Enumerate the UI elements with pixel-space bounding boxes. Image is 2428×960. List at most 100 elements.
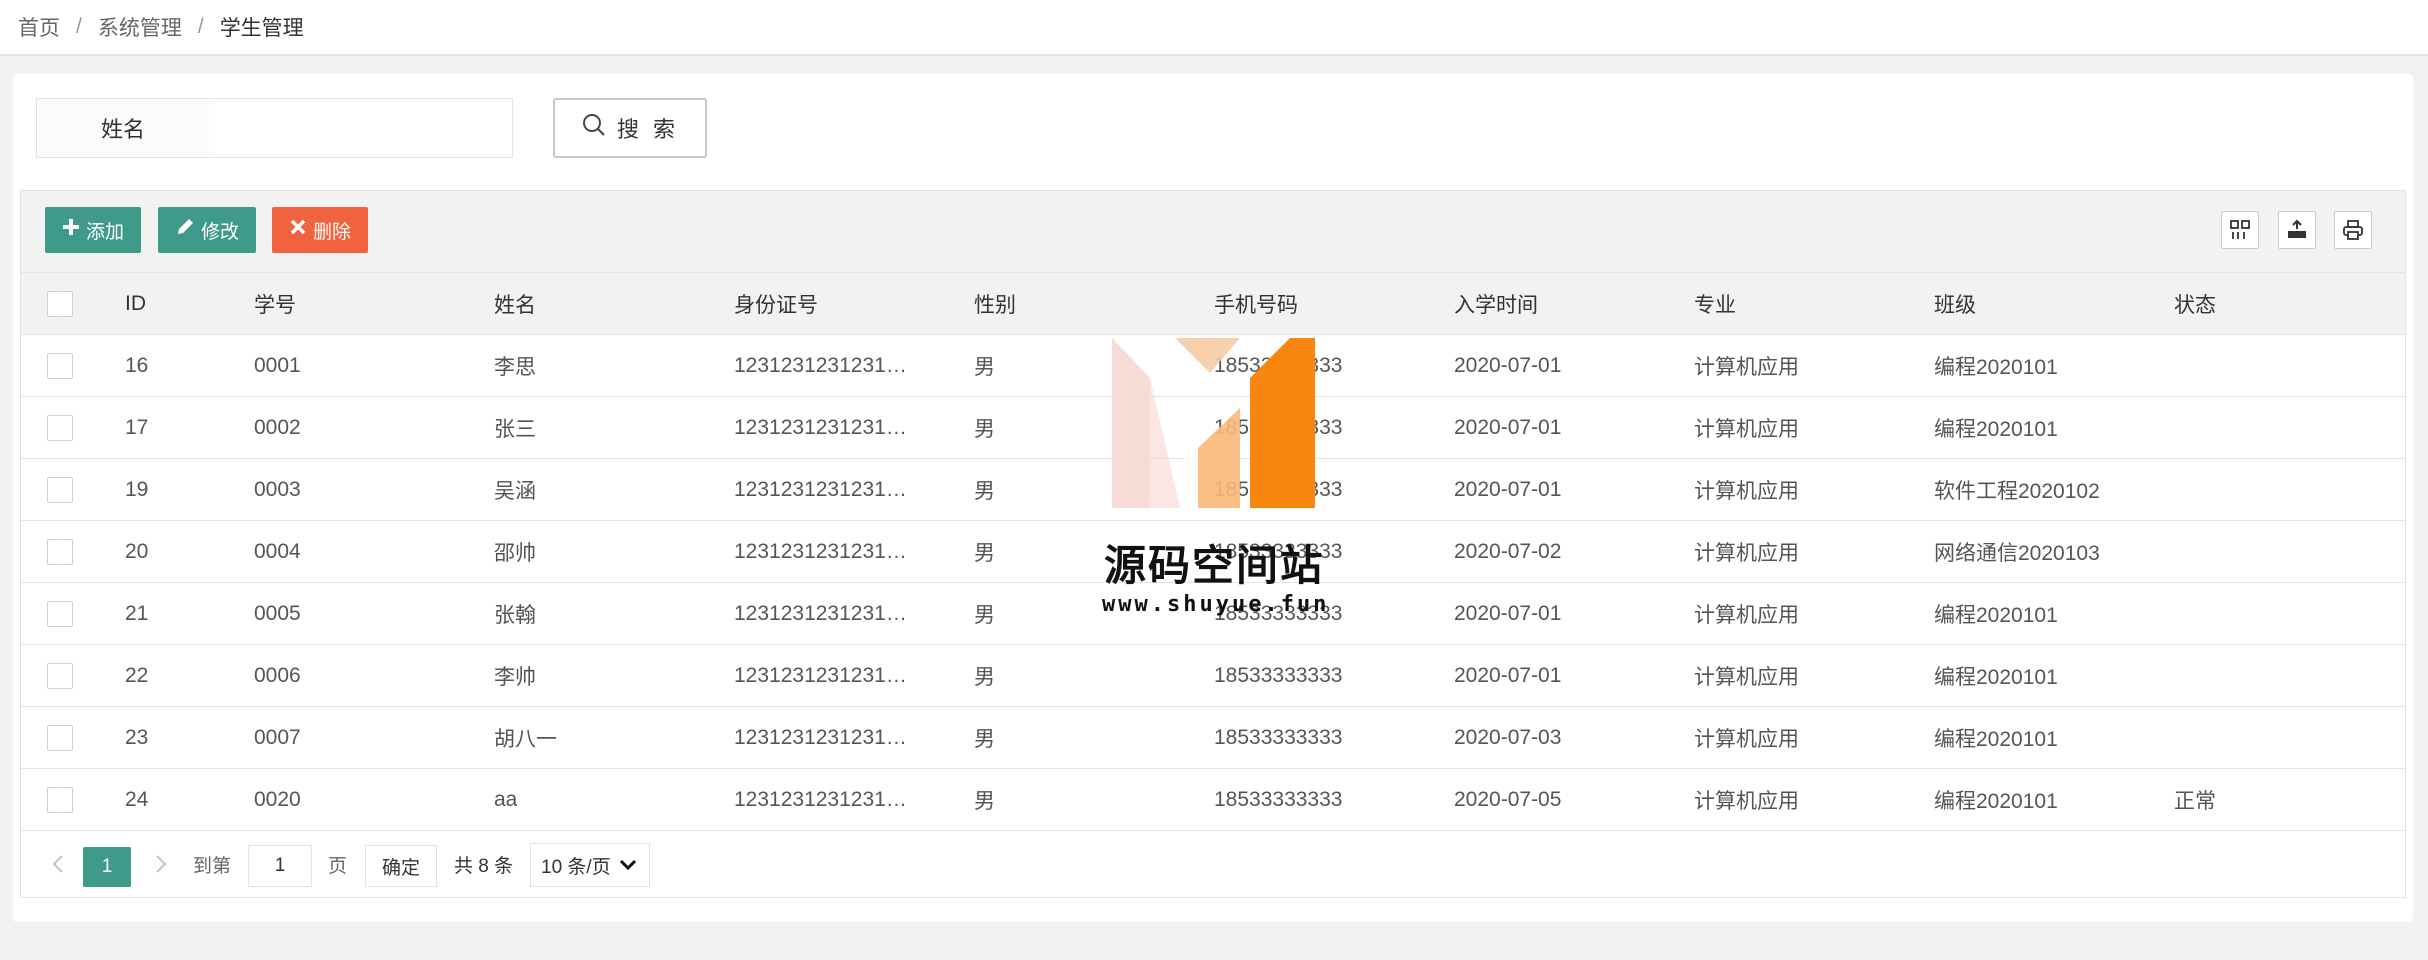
cell-name: 吴涵 — [494, 479, 536, 503]
cell-student-no: 0020 — [254, 787, 301, 811]
print-icon[interactable] — [2334, 211, 2372, 249]
cell-id: 22 — [125, 663, 149, 687]
cell-gender: 男 — [974, 479, 995, 503]
table-row[interactable]: 16 0001 李思 1231231231231… 男 18533333333 2020-0… — [21, 335, 2405, 397]
delete-button[interactable]: 删除 — [272, 207, 368, 253]
name-search-input[interactable] — [209, 98, 513, 158]
cell-id: 16 — [125, 353, 149, 377]
cell-id: 20 — [125, 539, 149, 563]
cell-student-no: 0007 — [254, 725, 301, 749]
cell-major: 计算机应用 — [1694, 727, 1799, 751]
column-header-name[interactable]: 姓名 — [494, 273, 536, 334]
search-button[interactable]: 搜 索 — [553, 98, 707, 158]
cell-enroll-date: 2020-07-01 — [1454, 415, 1562, 439]
pagination: 1 到第 页 确定 共 8 条 10 条/页 — [21, 831, 2405, 897]
cell-id: 17 — [125, 415, 149, 439]
cell-major: 计算机应用 — [1694, 665, 1799, 689]
add-button-label: 添加 — [85, 221, 124, 243]
table-row[interactable]: 17 0002 张三 1231231231231… 男 18533333333 2020-0… — [21, 397, 2405, 459]
cell-gender: 男 — [974, 355, 995, 379]
cell-class: 网络通信2020103 — [1934, 541, 2100, 565]
breadcrumb-system-management[interactable]: 系统管理 — [98, 12, 182, 42]
cell-class: 编程2020101 — [1934, 727, 2058, 751]
row-checkbox[interactable] — [47, 663, 73, 689]
cell-name: aa — [494, 787, 518, 811]
cell-class: 编程2020101 — [1934, 355, 2058, 379]
column-header-phone[interactable]: 手机号码 — [1214, 273, 1298, 334]
cell-gender: 男 — [974, 417, 995, 441]
row-checkbox[interactable] — [47, 539, 73, 565]
cell-id-card: 1231231231231… — [734, 539, 907, 563]
select-all-checkbox[interactable] — [47, 291, 73, 317]
table-row[interactable]: 19 0003 吴涵 1231231231231… 男 18533333333 2020-0… — [21, 459, 2405, 521]
column-header-enroll-date[interactable]: 入学时间 — [1454, 273, 1538, 334]
plus-icon — [62, 218, 80, 242]
next-page-button[interactable] — [146, 848, 176, 880]
chevron-left-icon — [52, 855, 63, 873]
cell-student-no: 0001 — [254, 353, 301, 377]
cell-major: 计算机应用 — [1694, 603, 1799, 627]
cell-id: 23 — [125, 725, 149, 749]
table-row[interactable]: 23 0007 胡八一 1231231231231… 男 18533333333 2020-… — [21, 707, 2405, 769]
cell-gender: 男 — [974, 789, 995, 813]
column-header-class[interactable]: 班级 — [1934, 273, 1976, 334]
cell-enroll-date: 2020-07-01 — [1454, 663, 1562, 687]
cell-enroll-date: 2020-07-02 — [1454, 539, 1562, 563]
pencil-icon — [175, 217, 195, 243]
page-size-value: 10 条/页 — [541, 856, 611, 878]
table-header: ID 学号 姓名 身份证号 性别 手机号码 入学时间 专业 班级 状态 — [21, 273, 2405, 335]
cell-major: 计算机应用 — [1694, 541, 1799, 565]
goto-confirm-button[interactable]: 确定 — [365, 845, 437, 887]
column-header-student-no[interactable]: 学号 — [254, 273, 296, 334]
cell-id: 19 — [125, 477, 149, 501]
row-checkbox[interactable] — [47, 477, 73, 503]
watermark-title: 源码空间站 — [1104, 541, 1325, 590]
breadcrumb-student-management: 学生管理 — [219, 17, 304, 40]
page-size-select[interactable]: 10 条/页 — [530, 843, 650, 887]
cell-student-no: 0004 — [254, 539, 301, 563]
page-unit-label: 页 — [328, 855, 348, 877]
cell-enroll-date: 2020-07-01 — [1454, 353, 1562, 377]
column-header-status[interactable]: 状态 — [2174, 273, 2216, 334]
cell-student-no: 0002 — [254, 415, 301, 439]
prev-page-button[interactable] — [43, 848, 73, 880]
goto-page-input[interactable] — [248, 845, 312, 887]
column-header-major[interactable]: 专业 — [1694, 273, 1736, 334]
row-checkbox[interactable] — [47, 353, 73, 379]
cell-phone: 18533333333 — [1214, 415, 1343, 439]
row-checkbox[interactable] — [47, 415, 73, 441]
columns-icon[interactable] — [2221, 211, 2259, 249]
cell-id-card: 1231231231231… — [734, 725, 907, 749]
cell-class: 编程2020101 — [1934, 665, 2058, 689]
export-icon[interactable] — [2278, 211, 2316, 249]
row-checkbox[interactable] — [47, 787, 73, 813]
breadcrumb-separator: / — [76, 15, 82, 38]
cell-student-no: 0003 — [254, 477, 301, 501]
cell-major: 计算机应用 — [1694, 417, 1799, 441]
edit-button[interactable]: 修改 — [158, 207, 256, 253]
cell-gender: 男 — [974, 541, 995, 565]
cell-enroll-date: 2020-07-01 — [1454, 477, 1562, 501]
table-toolbar: 添加 修改 删除 — [21, 191, 2405, 273]
table-row[interactable]: 22 0006 李帅 1231231231231… 男 18533333333 2020-0… — [21, 645, 2405, 707]
cell-major: 计算机应用 — [1694, 355, 1799, 379]
row-checkbox[interactable] — [47, 601, 73, 627]
cell-gender: 男 — [974, 603, 995, 627]
table-row[interactable]: 24 0020 aa 1231231231231… 男 18533333333 2020-0… — [21, 769, 2405, 831]
column-header-id[interactable]: ID — [125, 273, 146, 334]
cell-phone: 18533333333 — [1214, 477, 1343, 501]
column-header-id-card[interactable]: 身份证号 — [734, 273, 818, 334]
cell-name: 张翰 — [494, 603, 536, 627]
goto-label: 到第 — [193, 855, 232, 877]
cell-enroll-date: 2020-07-01 — [1454, 601, 1562, 625]
cell-gender: 男 — [974, 727, 995, 751]
row-checkbox[interactable] — [47, 725, 73, 751]
column-header-gender[interactable]: 性别 — [974, 273, 1016, 334]
chevron-right-icon — [156, 855, 167, 873]
cell-enroll-date: 2020-07-05 — [1454, 787, 1562, 811]
page-button-current[interactable]: 1 — [83, 847, 131, 887]
breadcrumb-home[interactable]: 首页 — [18, 12, 60, 42]
add-button[interactable]: 添加 — [45, 207, 141, 253]
cell-class: 编程2020101 — [1934, 789, 2058, 813]
cell-student-no: 0006 — [254, 663, 301, 687]
